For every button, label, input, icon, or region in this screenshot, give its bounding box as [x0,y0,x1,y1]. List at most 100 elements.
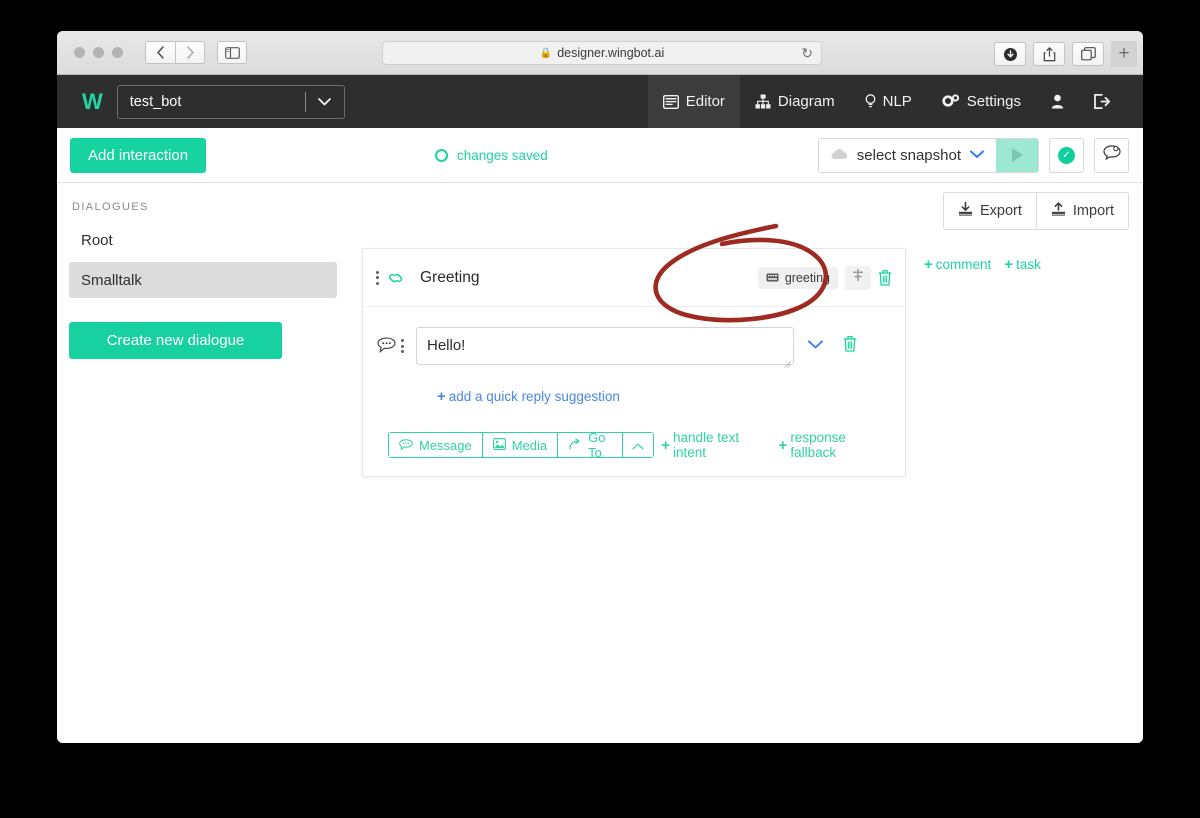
message-expand-button[interactable] [808,337,823,352]
message-drag-handle-icon[interactable] [401,339,404,353]
navigation-buttons [145,41,205,64]
plus-icon: + [1004,257,1013,272]
validate-button[interactable]: ✓ [1049,138,1084,173]
download-icon [958,202,973,220]
plus-icon: + [779,438,788,453]
keyboard-icon [766,271,779,285]
add-interaction-button[interactable]: Add interaction [70,138,206,173]
lock-icon: 🔒 [540,48,552,59]
back-button[interactable] [145,41,175,64]
create-new-dialogue-button[interactable]: Create new dialogue [69,322,282,359]
align-button[interactable] [845,266,871,290]
chevron-down-icon[interactable] [306,95,344,109]
card-body: + add a quick reply suggestion [363,307,905,476]
new-tab-button[interactable]: + [1111,41,1137,67]
add-media-button[interactable]: Media [482,432,557,458]
message-row [377,327,891,370]
sidebar-toggle-button[interactable] [217,41,247,64]
downloads-button[interactable] [994,42,1026,66]
action-row: Message Media [388,430,891,460]
browser-toolbar: 🔒 designer.wingbot.ai ↻ [57,31,1143,75]
maximize-window-button[interactable] [112,47,123,58]
nav-label-editor: Editor [686,93,725,110]
app-body: DIALOGUES Root Smalltalk Create new dial… [57,183,1143,743]
card-title: Greeting [420,269,479,287]
sidebar-toggle-icon [225,47,240,59]
minimize-window-button[interactable] [93,47,104,58]
nav-item-settings[interactable]: Settings [927,75,1036,128]
response-fallback-link[interactable]: + response fallback [779,430,891,460]
save-status-label: changes saved [457,148,548,163]
add-message-button[interactable]: Message [388,432,482,458]
gears-icon [942,94,960,109]
share-button[interactable] [1033,42,1065,66]
sidebar-item-root[interactable]: Root [69,225,337,256]
greeting-tag-badge[interactable]: greeting [758,267,838,289]
quick-reply-label: add a quick reply suggestion [449,389,620,404]
main-content: Export Import [349,183,1143,743]
card-header-actions: greeting [758,266,892,290]
app-navbar: W test_bot Editor [57,75,1143,128]
plus-icon: + [661,438,670,453]
plus-icon: + [924,257,933,272]
resize-grip-icon[interactable] [784,361,791,368]
card-side-links: + comment + task [924,257,1041,272]
link-label: response fallback [790,430,891,460]
delete-message-button[interactable] [843,336,857,352]
chat-button[interactable] [1094,138,1129,173]
export-button[interactable]: Export [944,193,1036,229]
dialogues-sidebar: DIALOGUES Root Smalltalk Create new dial… [57,183,349,359]
account-button[interactable] [1036,75,1079,128]
wingbot-logo[interactable]: W [82,89,102,115]
delete-interaction-button[interactable] [878,270,892,286]
browser-right-actions: + [994,41,1137,67]
editor-icon [663,95,679,109]
forward-button[interactable] [175,41,205,64]
show-tabs-button[interactable] [1072,42,1104,66]
import-button[interactable]: Import [1037,193,1128,229]
reload-icon[interactable]: ↻ [801,46,813,60]
action-label: Message [419,438,472,453]
nlp-bulb-icon [865,94,876,109]
nav-label-settings: Settings [967,93,1021,110]
snapshot-select[interactable]: select snapshot [819,139,996,172]
drag-handle-icon[interactable] [376,271,379,285]
add-task-link[interactable]: + task [1004,257,1041,272]
sidebar-item-label: Root [81,232,113,249]
add-comment-link[interactable]: + comment [924,257,991,272]
message-input-wrapper [416,327,794,370]
url-text: designer.wingbot.ai [557,46,664,60]
trash-icon [843,336,857,352]
back-arrow-icon [156,46,165,59]
address-bar[interactable]: 🔒 designer.wingbot.ai ↻ [382,41,822,65]
show-tabs-icon [1081,47,1096,61]
toolbar-right-actions: select snapshot ✓ [818,138,1129,173]
side-link-label: comment [936,257,992,272]
interaction-card: Greeting [362,248,906,477]
window-controls[interactable] [74,47,123,58]
save-status: changes saved [435,148,548,163]
add-goto-button[interactable]: Go To [557,432,622,458]
chevron-down-icon [970,148,984,162]
logout-button[interactable] [1079,75,1125,128]
nav-item-diagram[interactable]: Diagram [740,75,850,128]
close-window-button[interactable] [74,47,85,58]
nav-item-editor[interactable]: Editor [648,75,740,128]
downloads-icon [1003,47,1018,62]
snapshot-label: select snapshot [857,147,961,164]
plus-icon: + [437,389,446,404]
collapse-actions-button[interactable] [622,432,654,458]
bot-name-label: test_bot [118,94,305,110]
bot-selector[interactable]: test_bot [117,85,345,119]
message-input[interactable] [416,327,794,365]
run-snapshot-button[interactable] [996,139,1038,172]
handle-text-intent-link[interactable]: + handle text intent [661,430,771,460]
circle-outline-icon [435,149,448,162]
chain-link-icon[interactable] [389,272,404,284]
forward-arrow-icon [186,46,195,59]
add-quick-reply-link[interactable]: + add a quick reply suggestion [437,389,891,404]
sidebar-item-smalltalk[interactable]: Smalltalk [69,262,337,298]
play-triangle-icon [1012,148,1023,162]
speech-bubble-icon [399,438,413,453]
nav-item-nlp[interactable]: NLP [850,75,927,128]
